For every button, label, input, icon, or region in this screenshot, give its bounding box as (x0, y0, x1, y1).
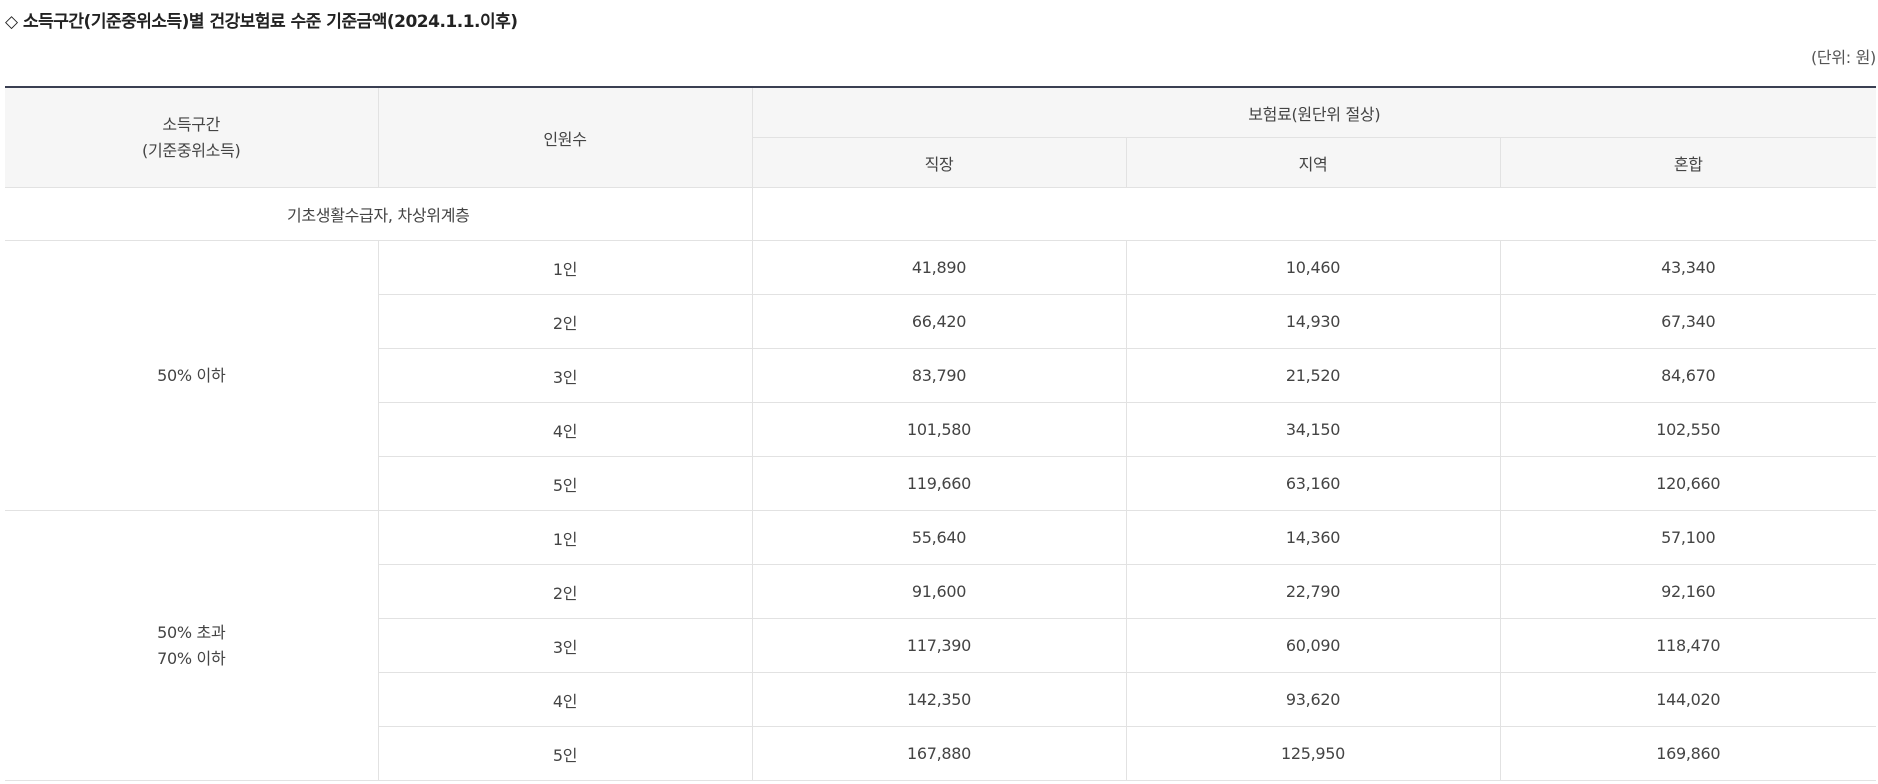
employee-cell: 66,420 (751, 294, 1127, 349)
employee-cell: 119,660 (751, 456, 1127, 511)
income-group-cell: 50% 이하 (5, 240, 379, 511)
table-row: 50% 이하 1인 41,890 10,460 43,340 (5, 240, 1877, 511)
persons-cell: 4인 (378, 402, 753, 457)
employee-cell: 142,350 (751, 672, 1127, 727)
employee-cell: 91,600 (751, 564, 1127, 619)
persons-cell: 3인 (378, 618, 753, 673)
unit-note: (단위: 원) (1810, 48, 1876, 67)
region-cell: 60,090 (1125, 618, 1501, 673)
table-body: 기초생활수급자, 차상위계층 50% 이하 1인 41,890 10,460 43,34… (5, 187, 1877, 781)
header-region: 지역 (1125, 137, 1501, 188)
header-income-sublabel: (기준중위소득) (142, 140, 241, 160)
mixed-cell: 118,470 (1499, 618, 1877, 673)
mixed-cell: 43,340 (1499, 240, 1877, 295)
header-income-label: 소득구간 (162, 114, 221, 134)
region-cell: 93,620 (1125, 672, 1501, 727)
income-group-label: 50% 이하 (157, 365, 226, 385)
mixed-cell: 144,020 (1499, 672, 1877, 727)
persons-cell: 2인 (378, 294, 753, 349)
mixed-cell: 67,340 (1499, 294, 1877, 349)
header-premium: 보험료(원단위 절상) (751, 86, 1877, 138)
employee-cell: 83,790 (751, 348, 1127, 403)
mixed-cell: 120,660 (1499, 456, 1877, 511)
persons-cell: 3인 (378, 348, 753, 403)
table-row: 50% 초과 70% 이하 1인 55,640 14,360 57,100 (5, 510, 1877, 781)
mixed-cell: 92,160 (1499, 564, 1877, 619)
employee-cell: 101,580 (751, 402, 1127, 457)
premium-table: 소득구간 (기준중위소득) 인원수 보험료(원단위 절상) 직장 지역 혼합 기… (5, 86, 1877, 781)
basic-livelihood-cell: 기초생활수급자, 차상위계층 (5, 187, 753, 241)
persons-cell: 1인 (377, 510, 753, 565)
persons-cell: 1인 (377, 240, 753, 295)
income-group-label: 50% 초과 (157, 622, 226, 642)
employee-cell: 117,390 (751, 618, 1127, 673)
header-mixed: 혼합 (1499, 137, 1877, 188)
persons-cell: 2인 (378, 564, 753, 619)
header-persons: 인원수 (377, 86, 753, 188)
table-row-basic: 기초생활수급자, 차상위계층 (5, 187, 1877, 241)
employee-cell: 41,890 (751, 240, 1127, 295)
employee-cell: 55,640 (751, 510, 1127, 565)
income-group-cell: 50% 초과 70% 이하 (5, 510, 379, 781)
mixed-cell: 169,860 (1499, 726, 1877, 781)
region-cell: 14,360 (1125, 510, 1501, 565)
region-cell: 34,150 (1125, 402, 1501, 457)
region-cell: 21,520 (1125, 348, 1501, 403)
section-title: ◇ 소득구간(기준중위소득)별 건강보험료 수준 기준금액(2024.1.1.이… (5, 12, 518, 32)
mixed-cell: 102,550 (1499, 402, 1877, 457)
page: ◇ 소득구간(기준중위소득)별 건강보험료 수준 기준금액(2024.1.1.이… (0, 0, 1878, 784)
mixed-cell: 84,670 (1499, 348, 1877, 403)
region-cell: 125,950 (1125, 726, 1501, 781)
persons-cell: 4인 (378, 672, 753, 727)
header-employee: 직장 (752, 137, 1127, 188)
persons-cell: 5인 (378, 456, 753, 511)
basic-livelihood-empty-cell (751, 187, 1877, 241)
region-cell: 63,160 (1125, 456, 1501, 511)
header-income: 소득구간 (기준중위소득) (5, 86, 379, 188)
mixed-cell: 57,100 (1499, 510, 1877, 565)
region-cell: 22,790 (1125, 564, 1501, 619)
region-cell: 10,460 (1125, 240, 1501, 295)
income-group-label-line2: 70% 이하 (157, 648, 226, 668)
persons-cell: 5인 (378, 726, 753, 781)
region-cell: 14,930 (1125, 294, 1501, 349)
employee-cell: 167,880 (751, 726, 1127, 781)
